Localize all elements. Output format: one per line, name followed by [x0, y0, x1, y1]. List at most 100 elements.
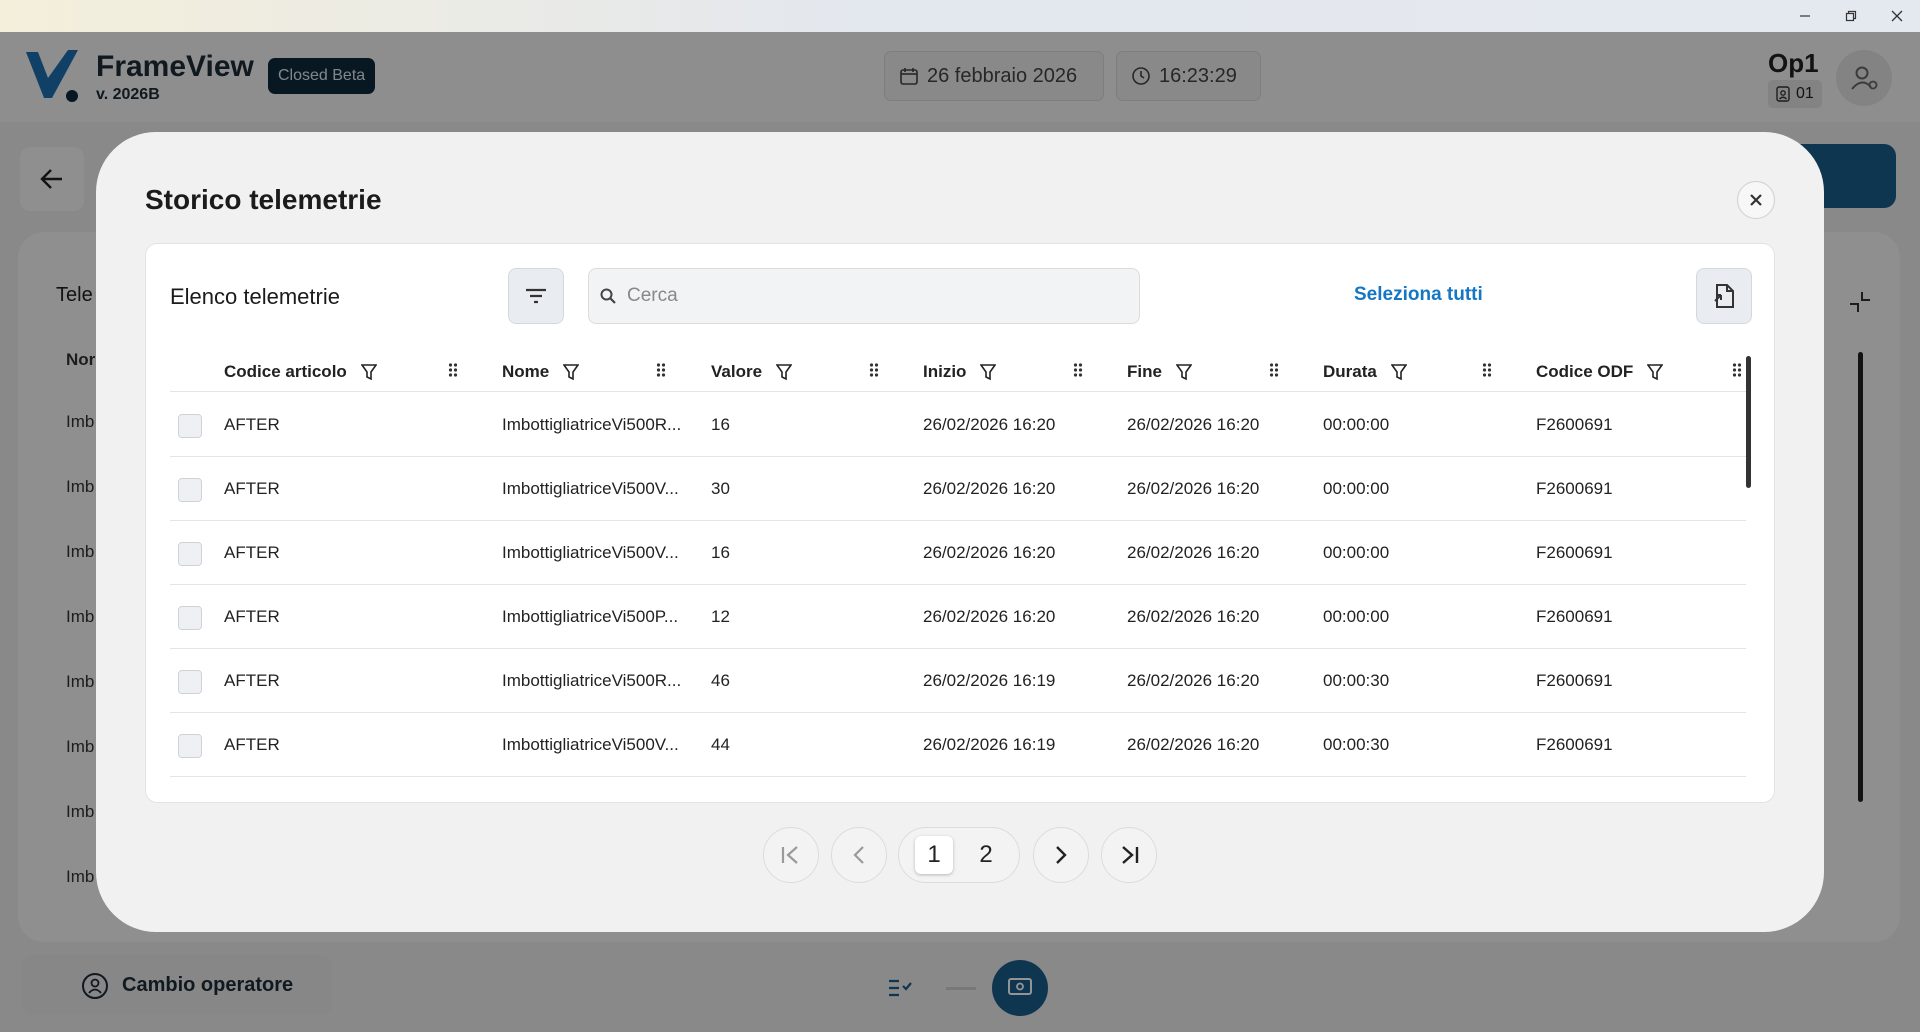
drag-handle-icon[interactable] [1269, 362, 1279, 378]
row-checkbox[interactable] [178, 542, 202, 566]
drag-handle-icon[interactable] [1732, 362, 1742, 378]
cell-nome: ImbottigliatriceVi500V... [502, 543, 679, 562]
cell-nome: ImbottigliatriceVi500R... [502, 671, 682, 690]
cell-codice-odf: F2600691 [1536, 735, 1613, 754]
column-durata[interactable]: Durata [1323, 352, 1407, 392]
cell-durata: 00:00:00 [1323, 607, 1390, 626]
cell-codice-articolo: AFTER [224, 671, 280, 690]
panel-title: Elenco telemetrie [170, 284, 340, 309]
close-icon [1891, 10, 1903, 22]
row-checkbox[interactable] [178, 734, 202, 758]
column-codice-odf[interactable]: Codice ODF [1536, 352, 1664, 392]
minimize-icon [1800, 15, 1810, 17]
cell-durata: 00:00:30 [1323, 735, 1390, 754]
cell-durata: 00:00:00 [1323, 543, 1390, 562]
chevron-right-icon [1056, 846, 1067, 864]
cell-inizio: 26/02/2026 16:19 [923, 671, 1056, 690]
cell-fine: 26/02/2026 16:20 [1127, 607, 1260, 626]
funnel-icon[interactable] [1390, 363, 1407, 381]
funnel-icon[interactable] [1647, 363, 1664, 381]
table-row[interactable]: AFTER ImbottigliatriceVi500P... 12 26/02… [170, 585, 1746, 649]
column-valore[interactable]: Valore [711, 352, 793, 392]
cell-inizio: 26/02/2026 16:20 [923, 543, 1056, 562]
page-1-button[interactable]: 1 [915, 836, 953, 874]
table-row[interactable]: AFTER ImbottigliatriceVi500R... 16 26/02… [170, 393, 1746, 457]
row-checkbox[interactable] [178, 414, 202, 438]
telemetry-list-panel: Elenco telemetrie Seleziona tutti Codice… [145, 243, 1775, 803]
drag-handle-icon[interactable] [448, 362, 458, 378]
dialog-title: Storico telemetrie [145, 184, 382, 215]
cell-nome: ImbottigliatriceVi500R... [502, 415, 682, 434]
table-row[interactable]: AFTER ImbottigliatriceVi500R... 46 26/02… [170, 649, 1746, 713]
minimize-button[interactable] [1782, 0, 1828, 32]
cell-codice-odf: F2600691 [1536, 479, 1613, 498]
cell-fine: 26/02/2026 16:20 [1127, 671, 1260, 690]
close-icon [1750, 194, 1762, 206]
telemetry-history-dialog: Storico telemetrie Elenco telemetrie Sel… [96, 132, 1824, 932]
column-label: Inizio [923, 362, 967, 381]
close-window-button[interactable] [1874, 0, 1920, 32]
page-2-button[interactable]: 2 [967, 836, 1005, 874]
next-page-button[interactable] [1033, 827, 1089, 883]
window-titlebar [0, 0, 1920, 32]
cell-valore: 16 [711, 543, 730, 562]
funnel-icon[interactable] [360, 363, 377, 381]
drag-handle-icon[interactable] [1482, 362, 1492, 378]
first-page-icon [781, 846, 798, 864]
last-page-icon [1122, 846, 1139, 864]
drag-handle-icon[interactable] [869, 362, 879, 378]
funnel-icon[interactable] [1175, 363, 1192, 381]
cell-inizio: 26/02/2026 16:20 [923, 479, 1056, 498]
cell-fine: 26/02/2026 16:20 [1127, 735, 1260, 754]
last-page-button[interactable] [1101, 827, 1157, 883]
cell-nome: ImbottigliatriceVi500V... [502, 735, 679, 754]
previous-page-button[interactable] [831, 827, 887, 883]
column-fine[interactable]: Fine [1127, 352, 1192, 392]
search-input[interactable] [627, 285, 1127, 307]
cell-codice-odf: F2600691 [1536, 415, 1613, 434]
column-label: Valore [711, 362, 763, 381]
filter-list-icon [526, 288, 546, 304]
table-row[interactable]: AFTER ImbottigliatriceVi500V... 16 26/02… [170, 521, 1746, 585]
cell-codice-articolo: AFTER [224, 415, 280, 434]
table-row[interactable]: AFTER ImbottigliatriceVi500V... 44 26/02… [170, 713, 1746, 777]
cell-codice-articolo: AFTER [224, 543, 280, 562]
column-label: Codice ODF [1536, 362, 1634, 381]
export-button[interactable] [1696, 268, 1752, 324]
table-header: Codice articolo Nome Valore Inizio Fine [170, 352, 1746, 392]
drag-handle-icon[interactable] [1073, 362, 1083, 378]
drag-handle-icon[interactable] [656, 362, 666, 378]
cell-inizio: 26/02/2026 16:19 [923, 735, 1056, 754]
cell-nome: ImbottigliatriceVi500P... [502, 607, 679, 626]
cell-nome: ImbottigliatriceVi500V... [502, 479, 679, 498]
row-checkbox[interactable] [178, 478, 202, 502]
filter-button[interactable] [508, 268, 564, 324]
column-label: Codice articolo [224, 362, 347, 381]
search-box [588, 268, 1140, 324]
chevron-left-icon [853, 846, 864, 864]
cell-durata: 00:00:00 [1323, 479, 1390, 498]
column-label: Nome [502, 362, 550, 381]
cell-valore: 44 [711, 735, 730, 754]
funnel-icon[interactable] [776, 363, 793, 381]
column-label: Durata [1323, 362, 1377, 381]
cell-fine: 26/02/2026 16:20 [1127, 415, 1260, 434]
row-checkbox[interactable] [178, 670, 202, 694]
column-codice-articolo[interactable]: Codice articolo [224, 352, 377, 392]
cell-codice-articolo: AFTER [224, 479, 280, 498]
table-row[interactable]: AFTER ImbottigliatriceVi500V... 30 26/02… [170, 457, 1746, 521]
funnel-icon[interactable] [980, 363, 997, 381]
cell-valore: 12 [711, 607, 730, 626]
table-scrollbar[interactable] [1746, 356, 1751, 488]
first-page-button[interactable] [763, 827, 819, 883]
select-all-link[interactable]: Seleziona tutti [1354, 284, 1483, 306]
dialog-close-button[interactable] [1737, 181, 1775, 219]
search-icon [600, 288, 616, 304]
column-inizio[interactable]: Inizio [923, 352, 997, 392]
row-checkbox[interactable] [178, 606, 202, 630]
cell-valore: 30 [711, 479, 730, 498]
column-nome[interactable]: Nome [502, 352, 580, 392]
page-number-group: 1 2 [898, 827, 1020, 883]
maximize-button[interactable] [1828, 0, 1874, 32]
funnel-icon[interactable] [563, 363, 580, 381]
